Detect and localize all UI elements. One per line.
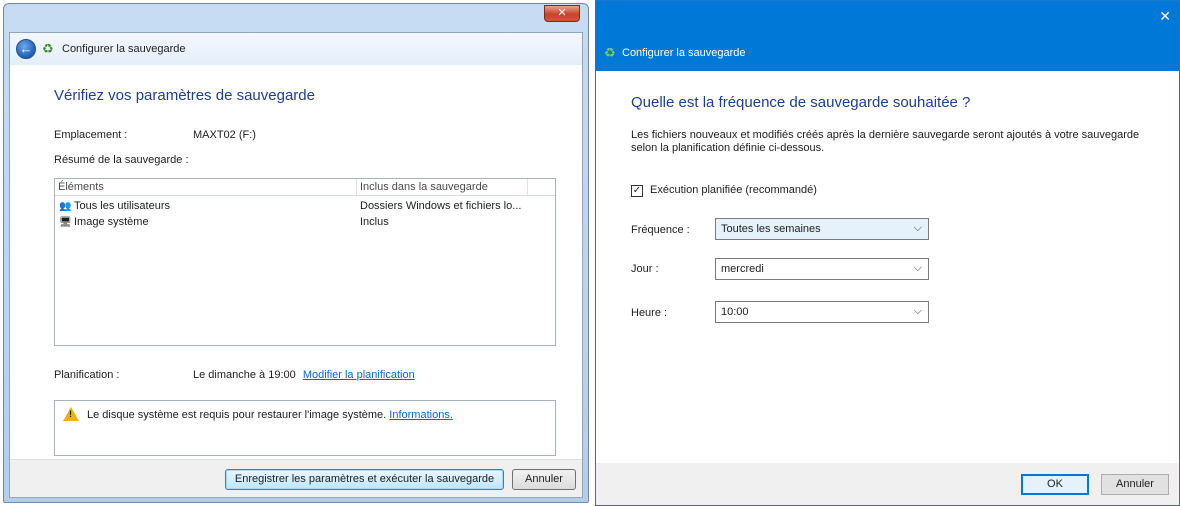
change-schedule-link[interactable]: Modifier la planification xyxy=(303,369,415,381)
time-value: 10:00 xyxy=(721,306,749,318)
save-and-run-button[interactable]: Enregistrer les paramètres et exécuter l… xyxy=(225,469,504,490)
info-text: Le disque système est requis pour restau… xyxy=(87,409,387,421)
back-arrow-icon: ← xyxy=(19,41,33,56)
close-icon: ✕ xyxy=(1159,8,1171,24)
list-item-included: Inclus xyxy=(360,216,389,228)
frequency-select[interactable]: Toutes les semaines ⌵ xyxy=(715,218,929,240)
backup-app-icon: ♻ xyxy=(42,41,54,56)
close-button[interactable]: ✕ xyxy=(544,5,580,22)
backup-review-window: ✕ ← ♻ Configurer la sauvegarde Vérifiez … xyxy=(3,3,589,503)
time-label: Heure : xyxy=(631,307,668,319)
backup-app-icon: ♻ xyxy=(604,45,616,60)
system-image-icon: 🖥 xyxy=(59,217,72,228)
title-bar: ✕ ♻ Configurer la sauvegarde xyxy=(596,1,1179,71)
info-message: Le disque système est requis pour restau… xyxy=(87,409,453,421)
page-title: Quelle est la fréquence de sauvegarde so… xyxy=(631,94,971,111)
navigation-header: ← ♻ Configurer la sauvegarde xyxy=(10,33,582,65)
column-separator xyxy=(527,179,528,195)
users-icon: 👥 xyxy=(59,201,72,212)
location-label: Emplacement : xyxy=(54,129,128,141)
button-bar: Enregistrer les paramètres et exécuter l… xyxy=(10,459,582,497)
scheduled-checkbox-label[interactable]: Exécution planifiée (recommandé) xyxy=(650,184,817,196)
location-value: MAXT02 (F:) xyxy=(193,129,256,141)
column-header-included[interactable]: Inclus dans la sauvegarde xyxy=(360,181,488,193)
close-icon: ✕ xyxy=(557,7,567,19)
schedule-value: Le dimanche à 19:00 Modifier la planific… xyxy=(193,369,415,381)
button-bar: OK Annuler xyxy=(596,463,1179,505)
list-item-included: Dossiers Windows et fichiers lo... xyxy=(360,200,522,212)
warning-icon: ! xyxy=(63,407,79,421)
frequency-label: Fréquence : xyxy=(631,224,690,236)
description: Les fichiers nouveaux et modifiés créés … xyxy=(631,129,1140,154)
window-client-area: ← ♻ Configurer la sauvegarde Vérifiez vo… xyxy=(9,32,583,498)
list-item[interactable]: 👥 Tous les utilisateurs Dossiers Windows … xyxy=(55,199,555,215)
page-title: Vérifiez vos paramètres de sauvegarde xyxy=(54,87,315,104)
chevron-down-icon: ⌵ xyxy=(913,305,922,317)
back-button[interactable]: ← xyxy=(16,39,36,59)
checkmark-icon: ✓ xyxy=(632,185,642,196)
cancel-button[interactable]: Annuler xyxy=(1101,474,1169,495)
column-separator xyxy=(356,179,357,195)
cancel-button[interactable]: Annuler xyxy=(512,469,576,490)
day-select[interactable]: mercredi ⌵ xyxy=(715,258,929,280)
info-box: ! Le disque système est requis pour rest… xyxy=(54,400,556,456)
day-label: Jour : xyxy=(631,263,659,275)
list-item-name-cell: 🖥 Image système xyxy=(59,216,149,228)
summary-label: Résumé de la sauvegarde : xyxy=(54,154,189,166)
schedule-label: Planification : xyxy=(54,369,120,381)
scheduled-checkbox[interactable]: ✓ xyxy=(631,185,643,197)
list-item-name: Tous les utilisateurs xyxy=(74,200,170,212)
ok-button[interactable]: OK xyxy=(1021,474,1089,495)
day-value: mercredi xyxy=(721,263,764,275)
info-link[interactable]: Informations. xyxy=(389,409,453,421)
list-header: Éléments Inclus dans la sauvegarde xyxy=(55,179,555,196)
frequency-value: Toutes les semaines xyxy=(721,223,821,235)
header-title: Configurer la sauvegarde xyxy=(62,43,186,55)
chevron-down-icon: ⌵ xyxy=(913,262,922,274)
list-item[interactable]: 🖥 Image système Inclus xyxy=(55,215,555,231)
backup-frequency-window: ✕ ♻ Configurer la sauvegarde Quelle est … xyxy=(595,0,1180,506)
schedule-text: Le dimanche à 19:00 xyxy=(193,369,296,381)
window-title: Configurer la sauvegarde xyxy=(622,47,746,59)
column-header-items[interactable]: Éléments xyxy=(58,181,104,193)
backup-summary-list[interactable]: Éléments Inclus dans la sauvegarde 👥 Tous… xyxy=(54,178,556,346)
list-item-name-cell: 👥 Tous les utilisateurs xyxy=(59,200,170,212)
chevron-down-icon: ⌵ xyxy=(913,222,922,234)
time-select[interactable]: 10:00 ⌵ xyxy=(715,301,929,323)
list-item-name: Image système xyxy=(74,216,149,228)
close-button[interactable]: ✕ xyxy=(1159,9,1171,23)
